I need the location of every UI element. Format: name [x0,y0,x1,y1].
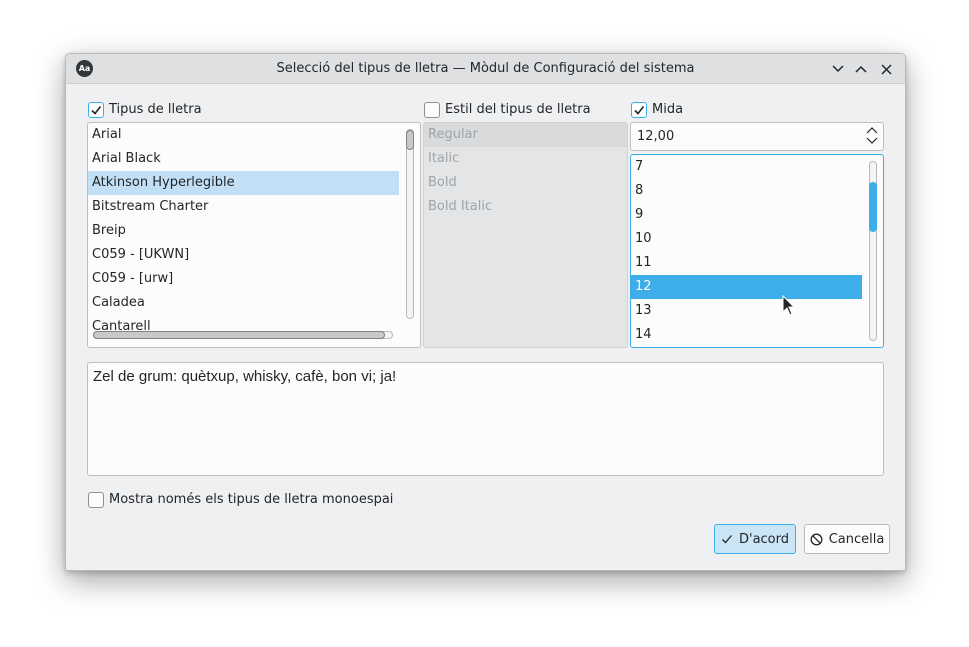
font-family-item[interactable]: C059 - [urw] [88,267,399,291]
font-style-item[interactable]: Bold [424,171,627,195]
font-style-item[interactable]: Italic [424,147,627,171]
cancel-button[interactable]: Cancella [804,524,890,554]
size-item[interactable]: 12 [631,275,862,299]
spin-up-icon[interactable] [866,126,878,134]
maximize-button[interactable] [853,61,869,77]
size-item[interactable]: 14 [631,323,862,347]
font-family-hscrollbar[interactable] [93,331,393,339]
font-family-item[interactable]: Bitstream Charter [88,195,399,219]
font-family-vscroll-thumb[interactable] [406,130,414,150]
font-family-item[interactable]: Atkinson Hyperlegible [88,171,399,195]
font-family-hscroll-thumb[interactable] [93,331,385,339]
title-bar[interactable]: Aa Selecció del tipus de lletra — Mòdul … [66,54,905,84]
close-icon [880,63,892,75]
spin-down-icon[interactable] [866,137,878,145]
window-title: Selecció del tipus de lletra — Mòdul de … [276,61,695,76]
checkmark-icon [91,106,102,115]
chevron-down-icon [832,65,844,73]
size-label: Mida [652,102,684,117]
font-family-item[interactable]: C059 - [UKWN] [88,243,399,267]
font-style-item[interactable]: Regular [424,123,627,147]
mouse-cursor-icon [782,295,796,316]
size-vscroll-thumb[interactable] [869,182,877,232]
size-item[interactable]: 7 [631,155,862,179]
font-preview[interactable]: Zel de grum: quètxup, whisky, cafè, bon … [87,362,884,476]
font-family-checkbox[interactable] [88,102,104,118]
checkmark-icon [722,535,732,544]
close-button[interactable] [878,61,894,77]
size-item[interactable]: 13 [631,299,862,323]
size-list[interactable]: 7 8 9 10 11 12 13 14 [630,154,884,348]
font-family-item[interactable]: Arial [88,123,399,147]
preview-text[interactable]: Zel de grum: quètxup, whisky, cafè, bon … [93,368,396,385]
monospace-only-checkbox[interactable] [88,492,104,508]
font-style-checkbox[interactable] [424,102,440,118]
size-checkbox[interactable] [631,102,647,118]
font-family-vscrollbar[interactable] [406,129,414,319]
font-family-item[interactable]: Breip [88,219,399,243]
font-style-item[interactable]: Bold Italic [424,195,627,219]
chevron-up-icon [855,65,867,73]
monospace-only-label: Mostra només els tipus de lletra monoesp… [109,492,394,507]
cancel-icon [810,533,823,545]
size-item[interactable]: 11 [631,251,862,275]
size-value[interactable]: 12,00 [637,123,674,150]
size-item[interactable]: 8 [631,179,862,203]
checkmark-icon [634,106,645,115]
ok-button-label: D'acord [738,531,790,547]
font-family-item[interactable]: Caladea [88,291,399,315]
font-style-list[interactable]: Regular Italic Bold Bold Italic [423,122,628,348]
font-family-label: Tipus de lletra [109,102,202,117]
font-chooser-dialog: Aa Selecció del tipus de lletra — Mòdul … [65,53,906,571]
font-family-item[interactable]: Arial Black [88,147,399,171]
size-item[interactable]: 10 [631,227,862,251]
cancel-button-label: Cancella [828,531,885,547]
size-item[interactable]: 9 [631,203,862,227]
ok-button[interactable]: D'acord [714,524,796,554]
size-vscrollbar[interactable] [869,161,877,341]
minimize-button[interactable] [830,61,846,77]
font-family-list[interactable]: Arial Arial Black Atkinson Hyperlegible Bit… [87,122,421,348]
size-spinbox[interactable]: 12,00 [630,122,884,151]
font-style-label: Estil del tipus de lletra [445,102,591,117]
